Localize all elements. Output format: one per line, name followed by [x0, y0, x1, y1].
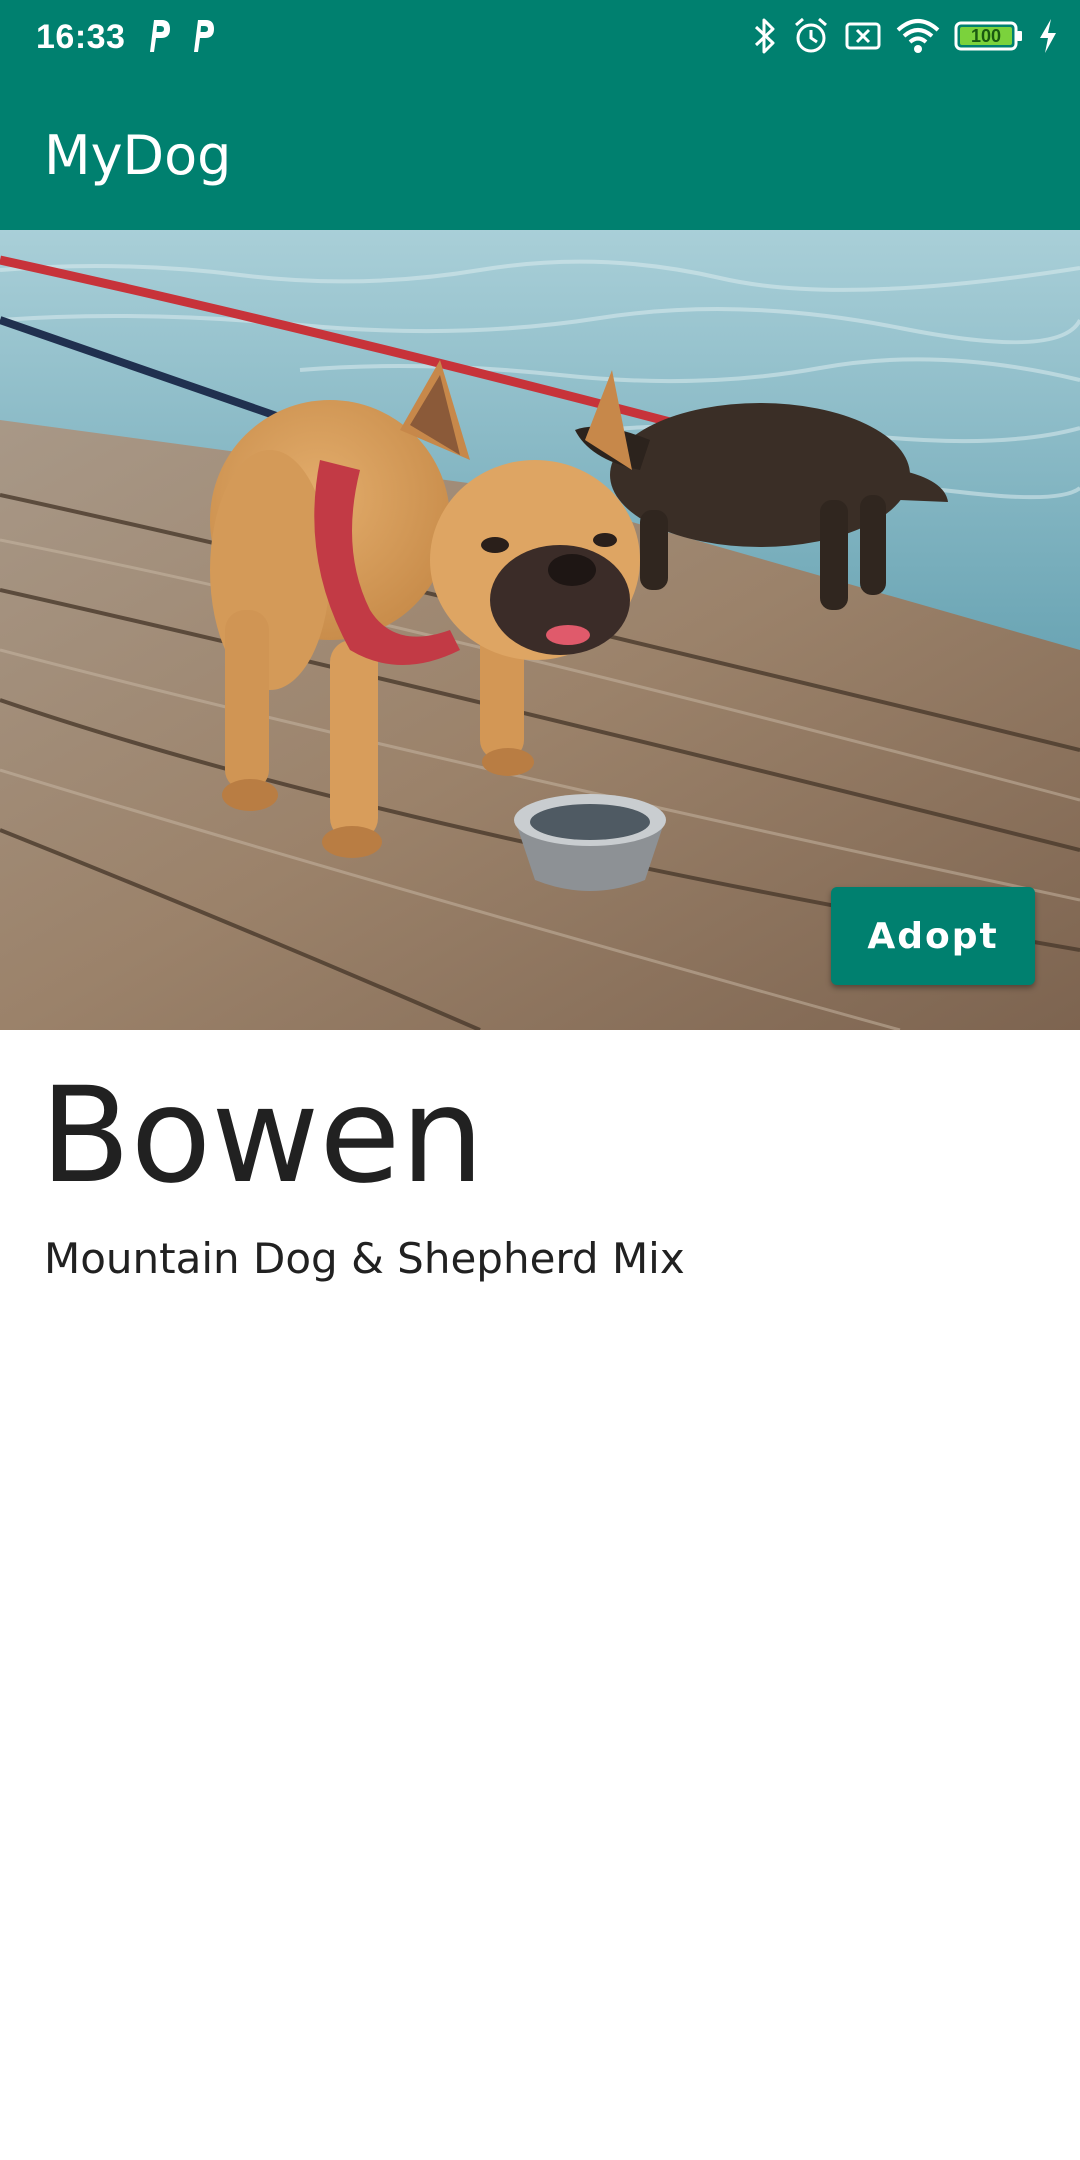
no-sim-icon [845, 22, 881, 50]
wifi-icon [896, 19, 940, 53]
p-notification-icon [194, 20, 214, 52]
dog-name: Bowen [40, 1059, 485, 1213]
bluetooth-icon [754, 18, 775, 54]
alarm-icon [795, 17, 827, 53]
battery-icon: 100 [954, 21, 1022, 51]
app-bar: MyDog [0, 78, 1080, 230]
dog-breed: Mountain Dog & Shepherd Mix [44, 1234, 685, 1283]
status-system-icons: 100 [752, 16, 1058, 56]
battery-level-text: 100 [971, 26, 1001, 46]
status-time: 16:33 [36, 18, 126, 56]
status-bar: 16:33 100 [0, 0, 1080, 78]
app-title: MyDog [44, 124, 232, 187]
water-bowl [514, 794, 666, 891]
status-notification-icons [144, 16, 216, 56]
adopt-button[interactable]: Adopt [831, 887, 1035, 985]
charging-icon [1040, 19, 1056, 53]
p-notification-icon [150, 20, 170, 52]
